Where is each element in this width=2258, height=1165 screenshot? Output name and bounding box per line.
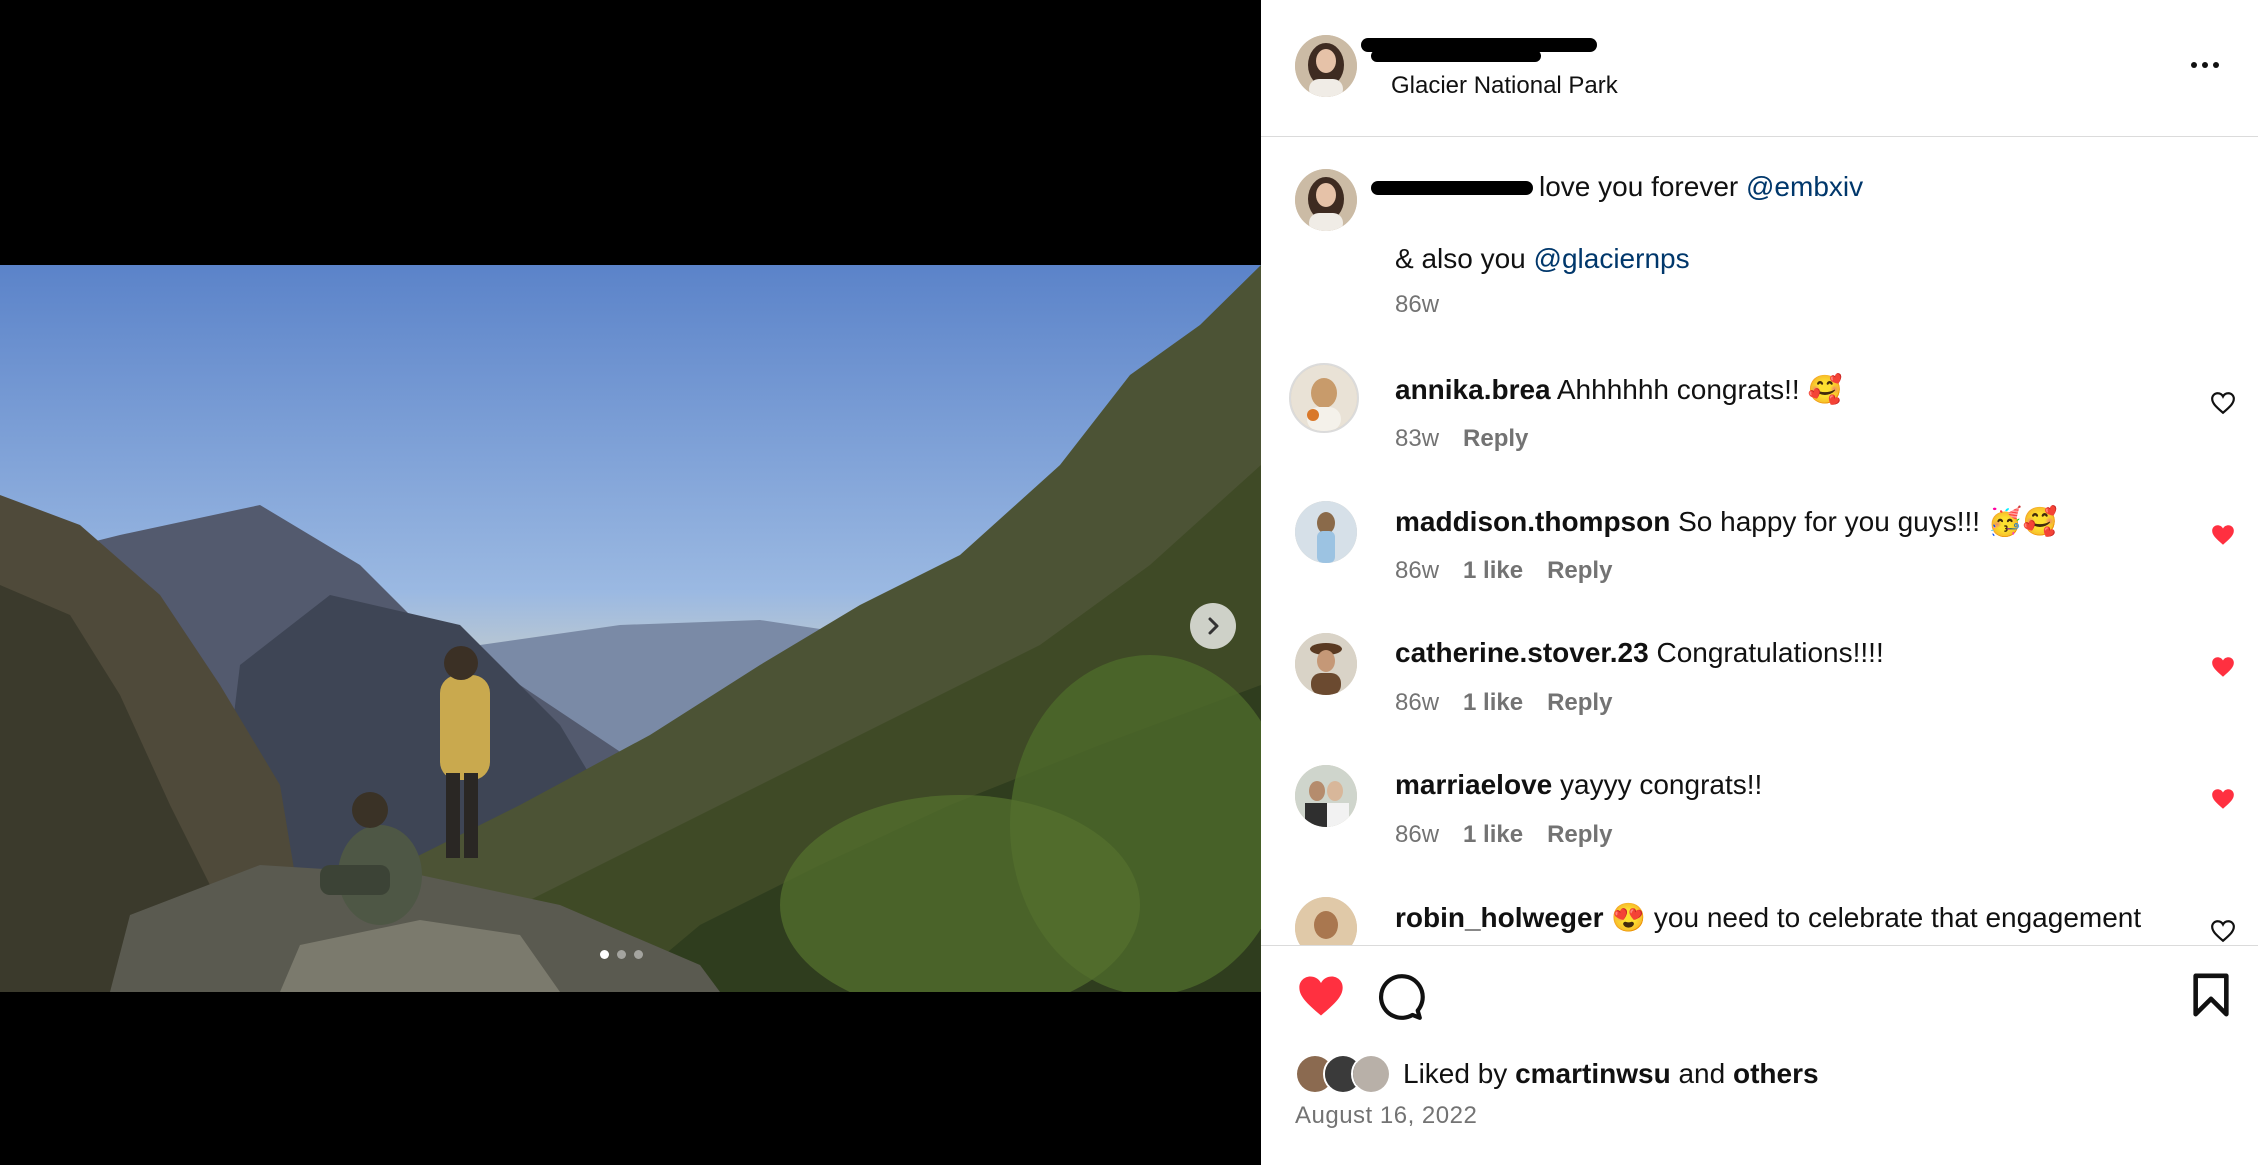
more-options-button[interactable] — [2185, 52, 2225, 78]
caption-text: love you forever — [1539, 171, 1739, 202]
more-horizontal-icon — [2191, 62, 2197, 68]
post-location[interactable]: Glacier National Park — [1391, 72, 1618, 100]
next-photo-button[interactable] — [1190, 603, 1236, 649]
commenter-avatar[interactable] — [1289, 363, 1359, 433]
comment-icon[interactable] — [1375, 972, 1425, 1022]
heart-icon[interactable] — [1295, 972, 1347, 1020]
comment-time[interactable]: 83w — [1395, 425, 1439, 453]
comment-meta: 86w 1 like Reply — [1395, 557, 1612, 585]
caption-line-1: love you forever @embxiv — [1539, 171, 1863, 203]
reply-button[interactable]: Reply — [1547, 557, 1612, 585]
comment-text: catherine.stover.23 Congratulations!!!! — [1395, 637, 1884, 669]
commenter-avatar[interactable] — [1295, 633, 1357, 695]
comment-time[interactable]: 86w — [1395, 689, 1439, 717]
reply-button[interactable]: Reply — [1547, 821, 1612, 849]
avatar-image — [1295, 633, 1357, 695]
liker-avatars — [1295, 1054, 1391, 1094]
comment-item: robin_holweger 😍 you need to celebrate t… — [1261, 897, 2258, 945]
avatar-image — [1295, 765, 1357, 827]
post-media — [0, 0, 1261, 1164]
comment-meta: 86w 1 like Reply — [1395, 689, 1612, 717]
comment-item: catherine.stover.23 Congratulations!!!! … — [1261, 633, 2258, 763]
avatar-image — [1295, 897, 1357, 945]
carousel-dot — [617, 950, 626, 959]
carousel-indicator — [600, 950, 643, 959]
post-header: Glacier National Park — [1261, 0, 2258, 137]
more-dot — [2213, 62, 2219, 68]
reply-button[interactable]: Reply — [1463, 425, 1528, 453]
comment-body: 😍 you need to celebrate that engagement — [1611, 902, 2142, 933]
comment-meta: 83w Reply — [1395, 425, 1528, 453]
comment-like-count[interactable]: 1 like — [1463, 689, 1523, 717]
caption-timestamp[interactable]: 86w — [1395, 291, 1439, 319]
avatar-image — [1295, 35, 1357, 97]
caption-text: & also you — [1395, 243, 1526, 274]
comment-item: marriaelove yayyy congrats!! 86w 1 like … — [1261, 765, 2258, 895]
reply-button[interactable]: Reply — [1547, 689, 1612, 717]
avatar-image — [1291, 365, 1357, 431]
heart-icon[interactable] — [2210, 391, 2236, 415]
commenter-avatar[interactable] — [1295, 765, 1357, 827]
mention-link[interactable]: @glaciernps — [1534, 243, 1690, 274]
post-photo — [0, 265, 1261, 992]
carousel-dot — [634, 950, 643, 959]
heart-icon[interactable] — [2210, 655, 2236, 679]
comment-item: annika.brea Ahhhhhh congrats!! 🥰 83w Rep… — [1261, 363, 2258, 499]
avatar-image — [1295, 169, 1357, 231]
comment-time[interactable]: 86w — [1395, 821, 1439, 849]
mountain-photo — [0, 265, 1261, 992]
comment-like-count[interactable]: 1 like — [1463, 821, 1523, 849]
comment-text: maddison.thompson So happy for you guys!… — [1395, 505, 2058, 538]
heart-icon[interactable] — [2210, 523, 2236, 547]
more-dot — [2202, 62, 2208, 68]
liked-by-user[interactable]: cmartinwsu — [1515, 1058, 1671, 1090]
bookmark-icon[interactable] — [2191, 972, 2231, 1018]
comment-username[interactable]: catherine.stover.23 — [1395, 637, 1649, 668]
comment-body: yayyy congrats!! — [1560, 769, 1763, 800]
redacted-username — [1371, 181, 1533, 195]
liked-by: Liked by cmartinwsu and others — [1295, 1054, 1819, 1094]
chevron-right-icon — [1208, 617, 1219, 635]
liker-avatar[interactable] — [1351, 1054, 1391, 1094]
heart-icon[interactable] — [2210, 787, 2236, 811]
commenter-avatar[interactable] — [1295, 897, 1357, 945]
author-avatar[interactable] — [1295, 169, 1357, 231]
comment-time[interactable]: 86w — [1395, 557, 1439, 585]
liked-by-and: and — [1678, 1058, 1726, 1089]
comment-username[interactable]: maddison.thompson — [1395, 506, 1670, 537]
comment-username[interactable]: marriaelove — [1395, 769, 1552, 800]
comment-text: robin_holweger 😍 you need to celebrate t… — [1395, 901, 2141, 934]
comments-list[interactable]: love you forever @embxiv & also you @gla… — [1261, 137, 2258, 945]
comment-meta: 86w 1 like Reply — [1395, 821, 1612, 849]
comment-username[interactable]: annika.brea — [1395, 374, 1551, 405]
mention-link[interactable]: @embxiv — [1746, 171, 1863, 202]
redacted-username — [1371, 50, 1541, 62]
liked-by-others[interactable]: others — [1733, 1058, 1819, 1090]
comment-like-count[interactable]: 1 like — [1463, 557, 1523, 585]
author-avatar[interactable] — [1295, 35, 1357, 97]
post-side-panel: Glacier National Park love you forever @… — [1261, 0, 2258, 1165]
comment-body: Congratulations!!!! — [1656, 637, 1884, 668]
comment-item: maddison.thompson So happy for you guys!… — [1261, 501, 2258, 631]
comment-text: marriaelove yayyy congrats!! — [1395, 769, 1762, 801]
commenter-avatar[interactable] — [1295, 501, 1357, 563]
heart-icon[interactable] — [2210, 919, 2236, 943]
post-actions: Liked by cmartinwsu and others August 16… — [1261, 945, 2258, 1165]
comment-body: Ahhhhhh congrats!! 🥰 — [1556, 374, 1843, 405]
carousel-dot — [600, 950, 609, 959]
post-date[interactable]: August 16, 2022 — [1295, 1102, 1477, 1130]
caption-line-2: & also you @glaciernps — [1395, 243, 1690, 275]
comment-text: annika.brea Ahhhhhh congrats!! 🥰 — [1395, 373, 1842, 406]
comment-body: So happy for you guys!!! 🥳🥰 — [1678, 506, 2058, 537]
comment-username[interactable]: robin_holweger — [1395, 902, 1603, 933]
liked-by-prefix: Liked by — [1403, 1058, 1508, 1089]
avatar-image — [1295, 501, 1357, 563]
